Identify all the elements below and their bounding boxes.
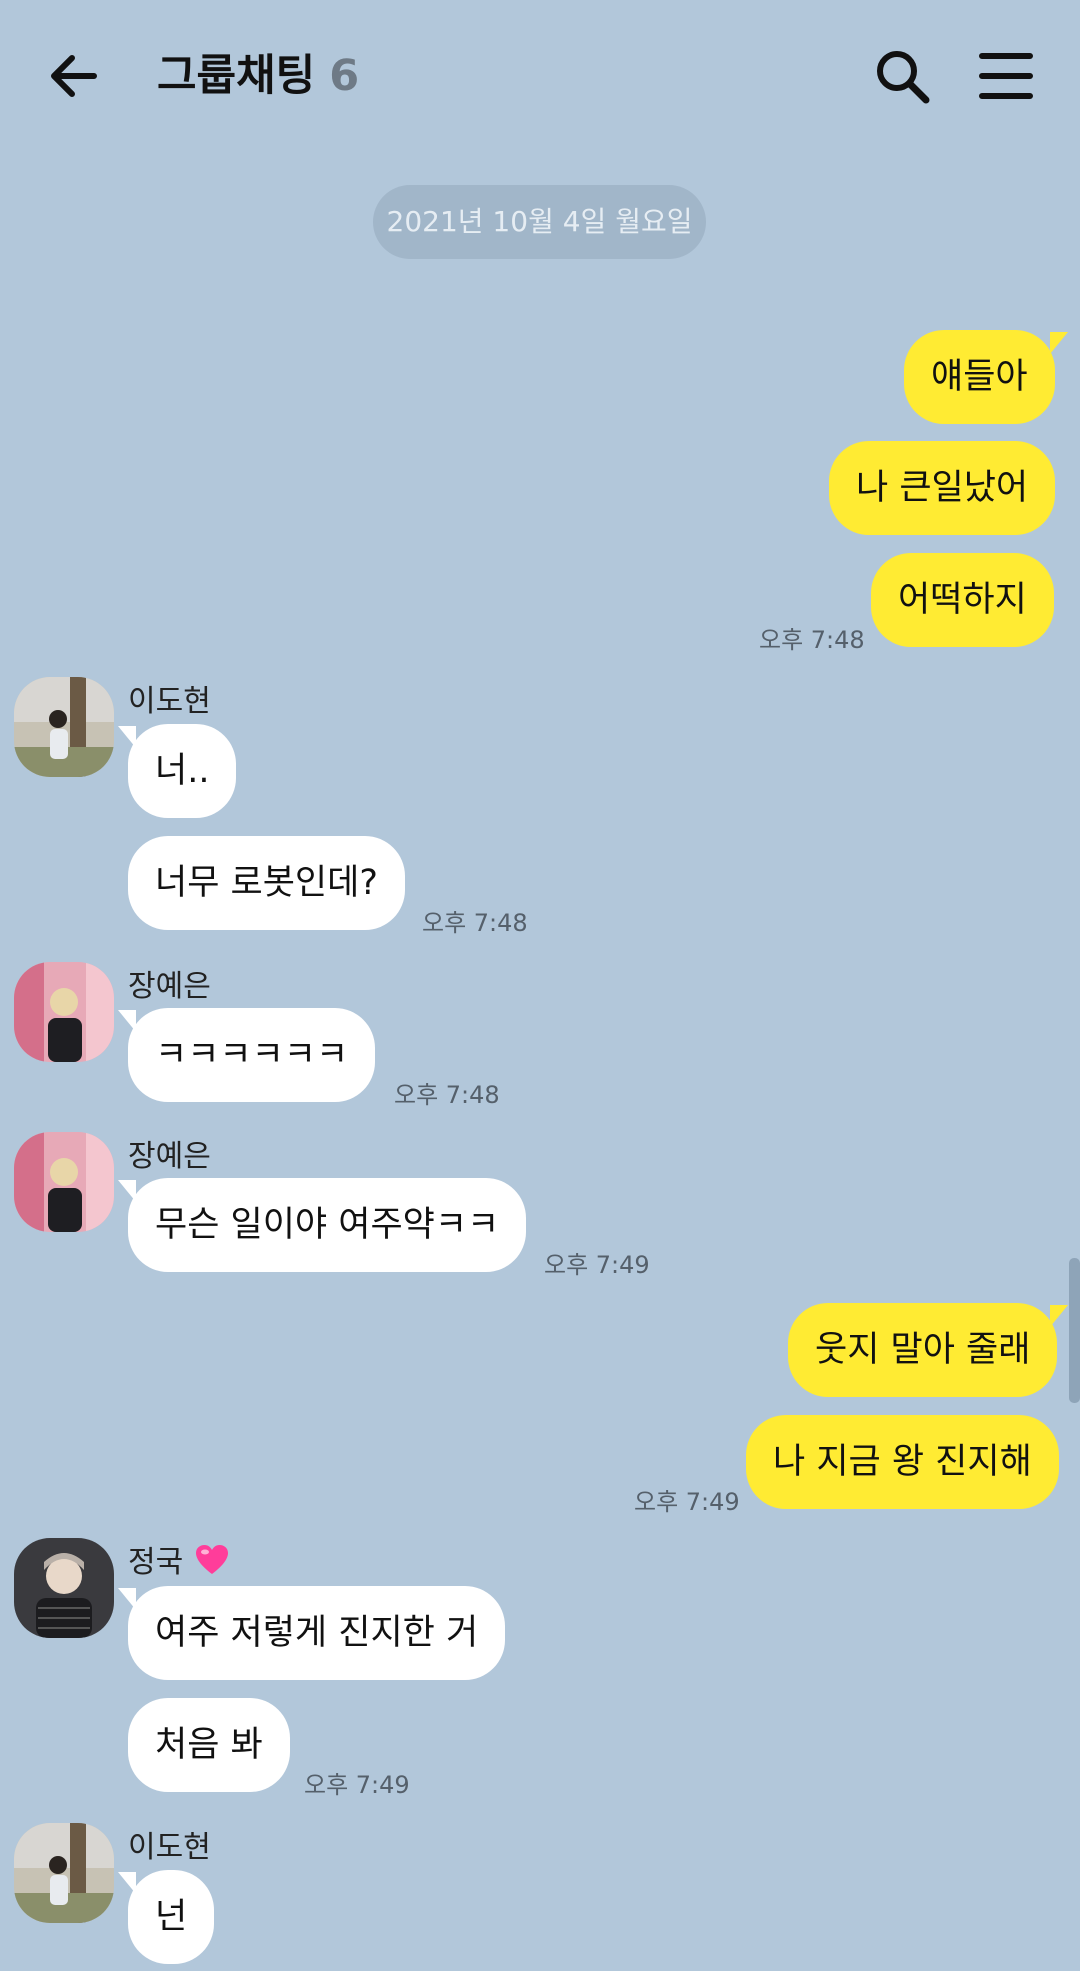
chat-title: 그룹채팅 6 [157,44,359,108]
avatar[interactable] [14,1132,114,1232]
other-message-bubble[interactable]: 너무 로봇인데? [128,836,405,930]
sender-name: 장예은 [128,1139,211,1174]
search-icon[interactable] [870,44,934,108]
bubble-tail [118,1588,136,1610]
message-time: 오후 7:49 [544,1251,650,1279]
bubble-tail [118,1010,136,1032]
menu-icon[interactable] [978,48,1034,104]
message-time: 오후 7:48 [394,1081,500,1109]
chat-room-name: 그룹채팅 [157,51,316,101]
other-message-bubble[interactable]: 넌 [128,1870,215,1964]
other-message-bubble[interactable]: 여주 저렇게 진지한 거 [128,1586,506,1680]
date-divider: 2021년 10월 4일 월요일 [373,185,706,259]
chat-screen: 그룹채팅 6 2021년 10월 4일 월요일 얘들아 나 큰일났어 어떡하지 오… [0,0,1080,1971]
avatar[interactable] [14,1538,114,1638]
message-time: 오후 7:49 [634,1488,740,1516]
other-message-bubble[interactable]: 무슨 일이야 여주약ㅋㅋ [128,1178,527,1272]
avatar[interactable] [14,677,114,777]
message-time: 오후 7:48 [759,626,865,654]
pink-heart-icon [195,1544,229,1584]
my-message-bubble[interactable]: 얘들아 [904,330,1055,424]
bubble-tail [118,1872,136,1894]
my-message-bubble[interactable]: 웃지 말아 줄래 [788,1303,1058,1397]
bubble-tail [1050,1305,1068,1327]
sender-name: 장예은 [128,969,211,1004]
sender-name: 정국 [128,1537,229,1584]
my-message-bubble[interactable]: 어떡하지 [871,553,1054,647]
message-time: 오후 7:49 [304,1771,410,1799]
my-message-bubble[interactable]: 나 큰일났어 [829,441,1056,535]
chat-header: 그룹채팅 6 [0,0,1080,150]
avatar[interactable] [14,962,114,1062]
other-message-bubble[interactable]: ㅋㅋㅋㅋㅋㅋ [128,1008,376,1102]
other-message-bubble[interactable]: 너.. [128,724,237,818]
scrollbar[interactable] [1069,1258,1080,1403]
back-arrow-icon[interactable] [44,44,108,108]
member-count: 6 [329,51,360,101]
avatar[interactable] [14,1823,114,1923]
message-time: 오후 7:48 [422,909,528,937]
sender-name: 이도현 [128,1830,211,1865]
other-message-bubble[interactable]: 처음 봐 [128,1698,290,1792]
bubble-tail [118,1180,136,1202]
my-message-bubble[interactable]: 나 지금 왕 진지해 [746,1415,1059,1509]
bubble-tail [118,726,136,748]
sender-name-text: 정국 [128,1545,184,1580]
bubble-tail [1050,332,1068,354]
sender-name: 이도현 [128,684,211,719]
